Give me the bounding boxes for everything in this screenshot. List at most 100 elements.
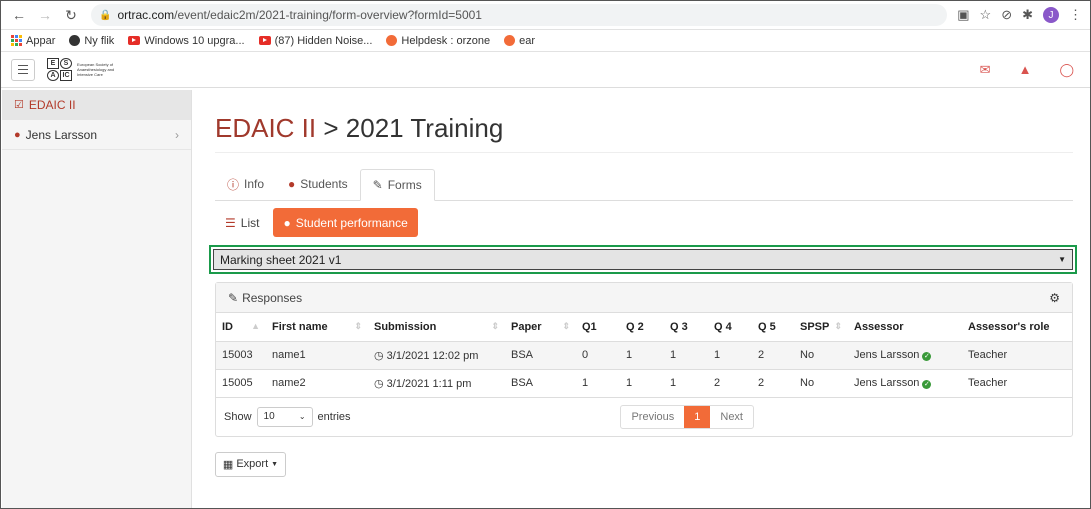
- page-1-button[interactable]: 1: [684, 405, 711, 428]
- column-header-q1[interactable]: Q1: [576, 313, 620, 342]
- pill-label: List: [240, 215, 260, 230]
- cell-paper: BSA: [505, 341, 576, 370]
- pill-list[interactable]: ☰ List: [215, 208, 269, 237]
- column-header-first-name[interactable]: First name ⇕: [266, 313, 368, 342]
- cell-spsp: No: [794, 369, 848, 398]
- users-icon: ●: [288, 177, 296, 191]
- column-header-q3[interactable]: Q 3: [664, 313, 708, 342]
- cell-q4: 1: [708, 341, 752, 370]
- cell-q1: 1: [576, 369, 620, 398]
- user-icon[interactable]: ◯: [1059, 62, 1074, 78]
- menu-dots-icon[interactable]: ⋮: [1069, 7, 1082, 23]
- previous-button[interactable]: Previous: [621, 406, 684, 428]
- pill-student-performance[interactable]: ● Student performance: [273, 208, 418, 237]
- column-header-assessor-role[interactable]: Assessor's role: [962, 313, 1072, 342]
- sidebar: ☑ EDAIC II ● Jens Larsson ›: [2, 90, 192, 508]
- cell-assessor-role: Teacher: [962, 369, 1072, 398]
- panel-title: Responses: [242, 290, 303, 305]
- entries-select[interactable]: 10 ⌄: [256, 406, 313, 427]
- column-header-id[interactable]: ID ▲: [216, 313, 266, 342]
- bookmark-helpdesk[interactable]: Helpdesk : orzone: [386, 35, 490, 47]
- tab-label: Forms: [387, 178, 422, 192]
- tab-forms[interactable]: ✎ Forms: [359, 169, 435, 201]
- gear-icon[interactable]: ⚙: [1049, 291, 1060, 305]
- logo-text: European Society of Anaesthesiology and …: [77, 62, 115, 77]
- table-row[interactable]: 15005 name2 ◷ 3/1/2021 1:11 pm BSA 1 1 1…: [216, 369, 1072, 398]
- export-label: Export: [236, 458, 269, 470]
- bookmark-windows[interactable]: Windows 10 upgra...: [128, 35, 245, 47]
- column-header-submission[interactable]: Submission ⇕: [368, 313, 505, 342]
- esaic-logo[interactable]: E S A IC European Society of Anaesthesio…: [47, 58, 117, 81]
- bookmark-label: Helpdesk : orzone: [401, 34, 491, 47]
- bookmark-apps[interactable]: Appar: [11, 35, 55, 47]
- extensions-icon[interactable]: ✱: [1022, 7, 1033, 23]
- lock-icon: 🔒: [99, 9, 112, 21]
- bookmark-new-tab[interactable]: Ny flik: [69, 35, 114, 47]
- title-org-link[interactable]: EDAIC II: [215, 113, 316, 143]
- cell-first-name: name1: [266, 341, 368, 370]
- caret-down-icon: ▼: [271, 460, 279, 468]
- table-row[interactable]: 15003 name1 ◷ 3/1/2021 12:02 pm BSA 0 1 …: [216, 341, 1072, 370]
- reload-icon[interactable]: ↻: [61, 7, 81, 24]
- cell-spsp: No: [794, 341, 848, 370]
- column-header-paper[interactable]: Paper ⇕: [505, 313, 576, 342]
- export-button[interactable]: ▦ Export ▼: [215, 451, 286, 477]
- bookmark-label: Ny flik: [84, 34, 115, 47]
- mail-icon[interactable]: ✉: [980, 62, 991, 78]
- cell-assessor: Jens Larsson ✓: [848, 369, 962, 398]
- cell-assessor-role: Teacher: [962, 341, 1072, 370]
- tab-students[interactable]: ● Students: [276, 168, 360, 200]
- logo-letter: A: [47, 70, 59, 81]
- url-path: /event/edaic2m/2021-training/form-overvi…: [174, 8, 482, 22]
- cell-q3: 1: [664, 369, 708, 398]
- column-header-q5[interactable]: Q 5: [752, 313, 794, 342]
- app-header: E S A IC European Society of Anaesthesio…: [1, 52, 1090, 88]
- bookmark-label: Appar: [26, 34, 56, 47]
- column-header-q4[interactable]: Q 4: [708, 313, 752, 342]
- cell-submission: ◷ 3/1/2021 12:02 pm: [368, 341, 505, 370]
- cell-id: 15005: [216, 369, 266, 398]
- back-arrow-icon[interactable]: ←: [9, 7, 29, 23]
- ear-icon: [504, 35, 516, 46]
- bell-icon[interactable]: ▲: [1019, 62, 1032, 78]
- sort-asc-icon: ▲: [251, 320, 260, 331]
- bookmark-ear[interactable]: ear: [504, 35, 535, 47]
- sidebar-item-label: Jens Larsson: [25, 127, 98, 142]
- tab-info[interactable]: ⓘ Info: [215, 168, 276, 200]
- pill-label: Student performance: [295, 215, 408, 230]
- cell-q2: 1: [620, 369, 664, 398]
- tab-label: Info: [244, 177, 265, 191]
- sidebar-item-user[interactable]: ● Jens Larsson ›: [2, 120, 191, 150]
- block-icon[interactable]: ⊘: [1001, 7, 1012, 23]
- logo-letter: E: [47, 58, 59, 69]
- window-frame: ← → ↻ 🔒 ortrac.com /event/edaic2m/2021-t…: [0, 0, 1091, 509]
- cell-q4: 2: [708, 369, 752, 398]
- address-bar[interactable]: 🔒 ortrac.com /event/edaic2m/2021-trainin…: [91, 4, 948, 26]
- bookmark-hidden-noise[interactable]: (87) Hidden Noise...: [258, 35, 372, 47]
- hamburger-menu-button[interactable]: [11, 58, 35, 81]
- table-footer: Show 10 ⌄ entries Previous 1 Next: [216, 398, 1072, 436]
- check-circle-icon: ✓: [922, 380, 932, 389]
- column-header-assessor[interactable]: Assessor: [848, 313, 962, 342]
- info-icon: ⓘ: [227, 177, 240, 192]
- forward-arrow-icon[interactable]: →: [35, 7, 55, 23]
- form-select[interactable]: Marking sheet 2021 v1 ▼: [213, 249, 1073, 270]
- responses-panel: ✎ Responses ⚙ ID ▲ First name ⇕ Submission…: [215, 282, 1073, 437]
- sidebar-item-edaic[interactable]: ☑ EDAIC II: [2, 90, 191, 120]
- chevron-down-icon: ⌄: [298, 412, 306, 421]
- chevron-right-icon: ›: [175, 127, 179, 142]
- title-separator: >: [316, 113, 346, 143]
- youtube-icon: [128, 36, 141, 45]
- column-header-q2[interactable]: Q 2: [620, 313, 664, 342]
- form-select-value: Marking sheet 2021 v1: [220, 252, 342, 267]
- profile-avatar[interactable]: J: [1043, 7, 1059, 23]
- globe-icon: [69, 35, 81, 46]
- edit-icon: ✎: [372, 178, 383, 192]
- user-icon: ●: [14, 128, 21, 141]
- translate-icon[interactable]: ▣: [957, 7, 969, 23]
- column-header-spsp[interactable]: SPSP ⇕: [794, 313, 848, 342]
- cell-q5: 2: [752, 369, 794, 398]
- star-icon[interactable]: ☆: [980, 7, 992, 23]
- next-button[interactable]: Next: [710, 406, 753, 428]
- entries-value: 10: [263, 411, 275, 422]
